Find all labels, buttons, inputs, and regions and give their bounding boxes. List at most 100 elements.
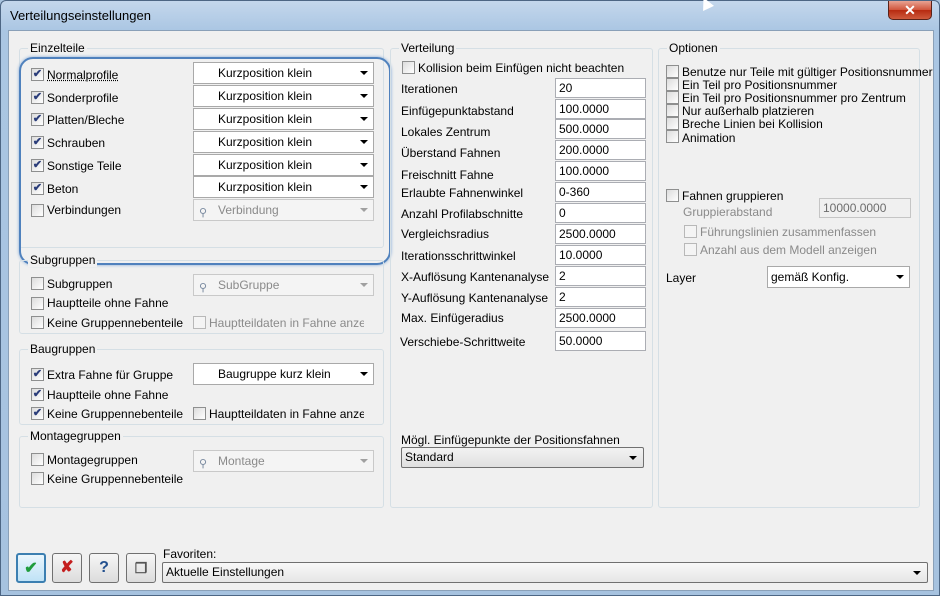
combo-subgruppe[interactable]: ⚲ SubGruppe: [193, 274, 374, 296]
group-title-montagegruppen: Montagegruppen: [28, 429, 123, 443]
combo-einfuegepunkte[interactable]: Standard: [401, 447, 644, 468]
label-opt-4: Breche Linien bei Kollision: [682, 117, 823, 131]
checkbox-fuehrungslinien[interactable]: [684, 225, 697, 238]
checkbox-subgruppen[interactable]: [31, 277, 44, 290]
combo-value: Verbindung: [218, 203, 279, 217]
input-ueberstand[interactable]: 200.0000: [555, 140, 646, 160]
label-lokales-zentrum: Lokales Zentrum: [401, 125, 491, 139]
label-einfuegepunkte: Mögl. Einfügepunkte der Positionsfahnen: [401, 433, 620, 447]
checkbox-sub-hauptteile[interactable]: [31, 297, 44, 310]
combo-value: gemäß Konfig.: [771, 270, 850, 284]
label-sonstige: Sonstige Teile: [47, 159, 122, 173]
label-fahnenwinkel: Erlaubte Fahnenwinkel: [401, 186, 524, 200]
checkbox-sub-hauptteildaten[interactable]: [193, 316, 206, 329]
checkbox-opt-3[interactable]: [666, 104, 679, 117]
chevron-down-icon: [629, 456, 637, 460]
combo-layer[interactable]: gemäß Konfig.: [767, 266, 910, 288]
combo-value: Standard: [405, 450, 454, 464]
input-profilabschnitte[interactable]: 0: [555, 203, 646, 223]
input-verschiebe[interactable]: 50.0000: [555, 331, 646, 351]
input-y-aufloesung[interactable]: 2: [555, 287, 646, 307]
input-max-einfuegeradius[interactable]: 2500.0000: [555, 308, 646, 328]
checkbox-beton[interactable]: ✔: [31, 182, 44, 195]
label-bau-hauptteildaten: Hauptteildaten in Fahne anzeigen: [209, 407, 364, 421]
close-button[interactable]: ✕: [888, 1, 932, 20]
mouse-cursor-icon: [698, 0, 714, 11]
checkbox-sub-keine[interactable]: [31, 316, 44, 329]
checkbox-opt-1[interactable]: [666, 78, 679, 91]
combo-favoriten[interactable]: Aktuelle Einstellungen: [162, 562, 928, 583]
input-lokales-zentrum[interactable]: 500.0000: [555, 119, 646, 139]
checkbox-sonderprofile[interactable]: ✔: [31, 91, 44, 104]
checkbox-opt-5[interactable]: [666, 130, 679, 143]
combo-value: SubGruppe: [218, 278, 280, 292]
label-freischnitt: Freischnitt Fahne: [401, 168, 494, 182]
label-profilabschnitte: Anzahl Profilabschnitte: [401, 207, 524, 221]
label-vergleichsradius: Vergleichsradius: [401, 227, 490, 241]
checkbox-anzahl[interactable]: [684, 243, 697, 256]
label-sub-hauptteildaten: Hauptteildaten in Fahne anzeigen: [209, 316, 364, 330]
combo-sonstige[interactable]: Kurzposition klein: [193, 154, 374, 176]
combo-value: Kurzposition klein: [218, 135, 313, 149]
wrench-icon: ⚲: [199, 282, 208, 294]
combo-schrauben[interactable]: Kurzposition klein: [193, 131, 374, 153]
combo-value: Aktuelle Einstellungen: [166, 565, 285, 579]
chevron-down-icon: [360, 71, 368, 75]
checkbox-bau-hauptteildaten[interactable]: [193, 407, 206, 420]
input-einfuegepunktabstand[interactable]: 100.0000: [555, 99, 646, 119]
checkbox-extra-fahne[interactable]: ✔: [31, 368, 44, 381]
chevron-down-icon: [896, 275, 904, 279]
checkbox-opt-4[interactable]: [666, 117, 679, 130]
checkbox-platten[interactable]: ✔: [31, 113, 44, 126]
checkbox-verbindungen[interactable]: [31, 204, 44, 217]
checkbox-schrauben[interactable]: ✔: [31, 136, 44, 149]
help-button[interactable]: ?: [89, 553, 119, 583]
label-bau-hauptteile: Hauptteile ohne Fahne: [47, 388, 169, 402]
combo-beton[interactable]: Kurzposition klein: [193, 176, 374, 198]
label-opt-0: Benutze nur Teile mit gültiger Positions…: [682, 65, 933, 79]
combo-value: Kurzposition klein: [218, 180, 313, 194]
chevron-down-icon: [360, 283, 368, 287]
checkbox-montagegruppen[interactable]: [31, 453, 44, 466]
checkbox-sonstige[interactable]: ✔: [31, 159, 44, 172]
label-favoriten: Favoriten:: [163, 547, 217, 561]
chevron-down-icon: [360, 459, 368, 463]
checkbox-kollision[interactable]: [402, 61, 415, 74]
checkbox-mont-keine[interactable]: [31, 472, 44, 485]
combo-verbindungen[interactable]: ⚲ Verbindung: [193, 199, 374, 221]
label-sub-hauptteile: Hauptteile ohne Fahne: [47, 296, 169, 310]
copy-button[interactable]: ❐: [126, 553, 156, 583]
cancel-button[interactable]: ✘: [52, 553, 82, 583]
combo-sonderprofile[interactable]: Kurzposition klein: [193, 85, 374, 107]
combo-normalprofile[interactable]: Kurzposition klein: [193, 62, 374, 84]
input-vergleichsradius[interactable]: 2500.0000: [555, 224, 646, 244]
input-gruppierabstand[interactable]: 10000.0000: [819, 198, 911, 218]
label-opt-2: Ein Teil pro Positionsnummer pro Zentrum: [682, 91, 906, 105]
group-title-einzelteile: Einzelteile: [28, 41, 87, 55]
chevron-down-icon: [360, 140, 368, 144]
ok-button[interactable]: ✔: [16, 553, 46, 583]
input-freischnitt[interactable]: 100.0000: [555, 161, 646, 181]
label-mont-keine: Keine Gruppennebenteile: [47, 472, 184, 486]
input-fahnenwinkel[interactable]: 0-360: [555, 182, 646, 202]
combo-value: Kurzposition klein: [218, 66, 313, 80]
checkbox-bau-hauptteile[interactable]: ✔: [31, 388, 44, 401]
combo-platten[interactable]: Kurzposition klein: [193, 108, 374, 130]
checkbox-fahnen-gruppieren[interactable]: [666, 189, 679, 202]
label-ueberstand: Überstand Fahnen: [401, 146, 501, 160]
combo-baugruppe[interactable]: Baugruppe kurz klein: [193, 363, 374, 385]
label-subgruppen: Subgruppen: [47, 277, 113, 291]
input-x-aufloesung[interactable]: 2: [555, 266, 646, 286]
input-iterationsschrittwinkel[interactable]: 10.0000: [555, 245, 646, 265]
checkbox-opt-0[interactable]: [666, 65, 679, 78]
checkbox-normalprofile[interactable]: ✔: [31, 68, 44, 81]
chevron-down-icon: [360, 208, 368, 212]
combo-montage[interactable]: ⚲ Montage: [193, 450, 374, 472]
label-normalprofile: Normalprofile: [47, 68, 119, 82]
checkbox-bau-keine[interactable]: ✔: [31, 407, 44, 420]
input-iterationen[interactable]: 20: [555, 78, 646, 98]
checkbox-opt-2[interactable]: [666, 91, 679, 104]
label-sonderprofile: Sonderprofile: [47, 91, 119, 105]
label-x-aufloesung: X-Auflösung Kantenanalyse: [401, 270, 550, 284]
label-bau-keine: Keine Gruppennebenteile: [47, 407, 184, 421]
